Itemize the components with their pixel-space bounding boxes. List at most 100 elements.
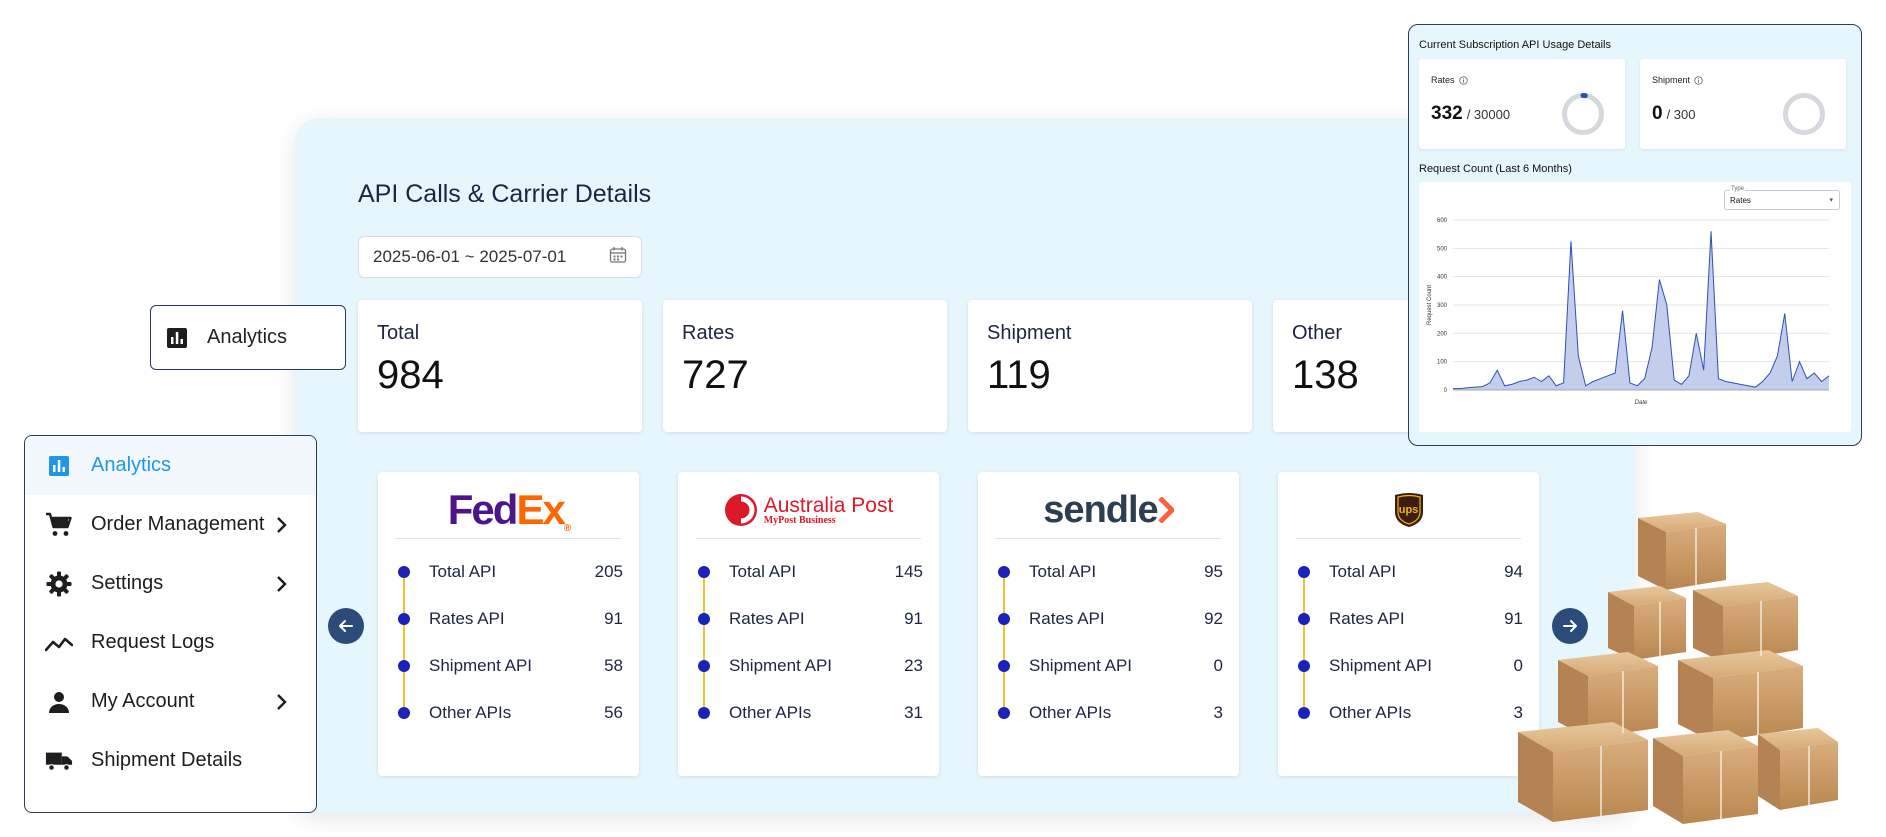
stat-value: 119 xyxy=(987,353,1051,397)
sidebar-item-settings[interactable]: Settings xyxy=(25,554,315,613)
sidebar-item-label: My Account xyxy=(91,690,195,712)
timeline-line xyxy=(1303,570,1305,710)
stat-label: Other xyxy=(1292,322,1343,344)
sidebar-item-analytics[interactable]: Analytics xyxy=(25,436,315,495)
api-row-total: Total API 205 xyxy=(398,560,623,584)
sidebar-item-my-account[interactable]: My Account xyxy=(25,672,315,731)
sidebar-item-label: Shipment Details xyxy=(91,749,243,771)
y-tick-label: 500 xyxy=(1437,246,1448,252)
page-title: API Calls & Carrier Details xyxy=(358,180,652,208)
x-axis-label: Date xyxy=(1635,400,1648,406)
stat-value: 984 xyxy=(377,353,444,397)
sidebar-item-label: Settings xyxy=(91,572,164,594)
api-row-total: Total API 95 xyxy=(998,560,1223,584)
sidebar: Analytics Order Management Settings Requ… xyxy=(24,435,317,813)
stat-label: Rates xyxy=(682,322,735,344)
stat-card-total: Total 984 xyxy=(358,300,642,432)
usage-used: 0 xyxy=(1652,103,1663,124)
usage-panel-title: Current Subscription API Usage Details xyxy=(1419,39,1611,51)
y-tick-label: 100 xyxy=(1437,360,1448,366)
carrier-card-australia-post: Australia Post MyPost Business Total API… xyxy=(678,472,939,776)
cardboard-boxes-illustration xyxy=(1518,512,1838,824)
request-count-plot: 0 100 200 300 400 500 600 Request Count Date xyxy=(1427,218,1830,406)
api-row-total: Total API 94 xyxy=(1298,560,1523,584)
timeline-dot xyxy=(698,613,710,625)
sidebar-item-label: Order Management xyxy=(91,513,265,535)
bar-chart-icon xyxy=(167,327,187,348)
api-row-rates: Rates API 91 xyxy=(398,607,623,631)
stat-value: 727 xyxy=(682,353,749,397)
timeline-dot xyxy=(398,707,410,719)
trend-line-icon xyxy=(45,629,73,657)
usage-card-rates: Rates 332/ 30000 xyxy=(1419,59,1625,149)
api-row-shipment: Shipment API 58 xyxy=(398,654,623,678)
y-tick-label: 400 xyxy=(1437,275,1448,281)
date-range-value: 2025-06-01 ~ 2025-07-01 xyxy=(373,247,567,266)
calendar-icon[interactable] xyxy=(609,246,627,269)
person-icon xyxy=(45,688,73,716)
carrier-card-ups: ups Total API 94 Rates API 91 Shipment API… xyxy=(1278,472,1539,776)
y-axis-label: Request Count xyxy=(1427,285,1433,325)
date-range-picker[interactable]: 2025-06-01 ~ 2025-07-01 xyxy=(358,236,642,278)
y-tick-label: 0 xyxy=(1444,388,1448,394)
timeline-dot xyxy=(698,707,710,719)
stat-card-rates: Rates 727 xyxy=(663,300,947,432)
chevron-right-icon xyxy=(269,575,293,593)
api-row-other: Other APIs 56 xyxy=(398,701,623,725)
sendle-chevron-icon xyxy=(1157,497,1174,523)
timeline-line xyxy=(703,570,705,710)
api-row-rates: Rates API 92 xyxy=(998,607,1223,631)
usage-used: 332 xyxy=(1431,103,1463,124)
type-select[interactable]: Type Rates ▾ xyxy=(1724,186,1840,210)
sidebar-item-order-management[interactable]: Order Management xyxy=(25,495,315,554)
usage-ring-rates xyxy=(1562,93,1604,135)
usage-ring-shipment xyxy=(1783,93,1825,135)
bar-chart-icon xyxy=(45,452,73,480)
y-tick-label: 200 xyxy=(1437,331,1448,337)
timeline-dot xyxy=(398,566,410,578)
type-select-legend: Type xyxy=(1730,186,1746,192)
timeline-dot xyxy=(698,660,710,672)
timeline-line xyxy=(1003,570,1005,710)
api-row-shipment: Shipment API 0 xyxy=(998,654,1223,678)
caret-down-icon: ▾ xyxy=(1829,197,1833,204)
api-usage-panel: Current Subscription API Usage Details R… xyxy=(1408,24,1862,446)
y-tick-label: 300 xyxy=(1437,303,1448,309)
sidebar-item-label: Analytics xyxy=(91,454,172,476)
api-row-rates: Rates API 91 xyxy=(698,607,923,631)
carrier-card-sendle: sendle Total API 95 Rates API 92 Shipment … xyxy=(978,472,1239,776)
api-row-other: Other APIs 3 xyxy=(998,701,1223,725)
timeline-dot xyxy=(398,613,410,625)
api-list: Total API 94 Rates API 91 Shipment API 0 Ot… xyxy=(1298,560,1523,766)
api-row-other: Other APIs 3 xyxy=(1298,701,1523,725)
info-icon xyxy=(1694,75,1703,85)
usage-label: Rates xyxy=(1431,75,1455,85)
sidebar-item-shipment-details[interactable]: Shipment Details xyxy=(25,731,315,790)
timeline-dot xyxy=(998,566,1010,578)
usage-total: / 30000 xyxy=(1466,107,1511,122)
nav-pill-analytics[interactable]: Analytics xyxy=(150,305,346,370)
sidebar-item-request-logs[interactable]: Request Logs xyxy=(25,613,315,672)
timeline-dot xyxy=(1298,613,1310,625)
api-list: Total API 145 Rates API 91 Shipment API 23 … xyxy=(698,560,923,766)
info-icon xyxy=(1458,75,1468,85)
carousel-prev-button[interactable] xyxy=(328,608,364,644)
timeline-dot xyxy=(698,566,710,578)
usage-card-shipment: Shipment 0/ 300 xyxy=(1640,59,1846,149)
ups-logo: ups xyxy=(1296,482,1521,539)
cart-icon xyxy=(45,511,73,539)
timeline-dot xyxy=(1298,707,1310,719)
api-list: Total API 95 Rates API 92 Shipment API 0 Ot… xyxy=(998,560,1223,766)
timeline-line xyxy=(403,570,405,710)
type-select-value: Rates xyxy=(1730,195,1751,205)
stat-label: Shipment xyxy=(987,322,1072,344)
stat-label: Total xyxy=(377,322,420,344)
chevron-right-icon xyxy=(269,693,293,711)
api-row-other: Other APIs 31 xyxy=(698,701,923,725)
gear-icon xyxy=(45,570,73,598)
carrier-card-fedex: FedEx® Total API 205 Rates API 91 Shipment… xyxy=(378,472,639,776)
chevron-right-icon xyxy=(269,516,293,534)
arrow-left-icon xyxy=(339,620,353,632)
usage-total: / 300 xyxy=(1666,107,1696,122)
usage-label: Shipment xyxy=(1652,75,1691,85)
